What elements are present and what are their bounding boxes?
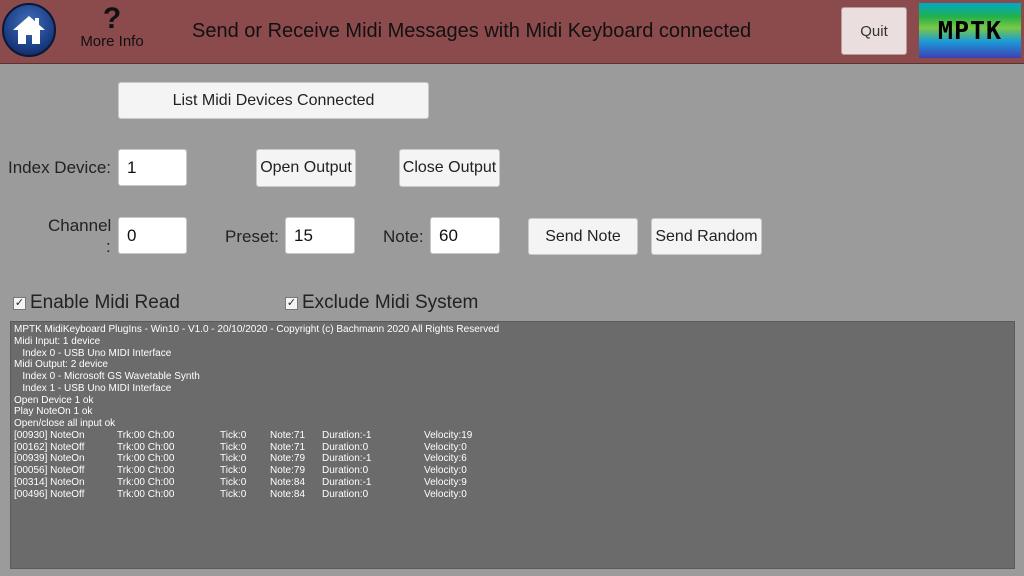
- index-device-input[interactable]: 1: [118, 149, 187, 186]
- log-line: Midi Input: 1 device: [14, 335, 101, 347]
- note-input[interactable]: 60: [430, 217, 500, 254]
- log-line: Midi Output: 2 device: [14, 359, 108, 371]
- event-id: [00314] NoteOn: [14, 476, 85, 488]
- event-duration: Duration:-1: [322, 476, 372, 488]
- event-tick: Tick:0: [220, 488, 247, 500]
- quit-button[interactable]: Quit: [841, 7, 907, 55]
- enable-midi-read-label: Enable Midi Read: [30, 292, 180, 313]
- log-line: MPTK MidiKeyboard PlugIns - Win10 - V1.0…: [14, 324, 500, 335]
- event-duration: Duration:0: [322, 441, 369, 453]
- event-track: Trk:00 Ch:00: [117, 465, 175, 476]
- checkbox-checked-icon[interactable]: ✓: [285, 296, 298, 310]
- home-button[interactable]: [2, 3, 56, 57]
- page-title: Send or Receive Midi Messages with Midi …: [192, 20, 752, 42]
- event-id: [00162] NoteOff: [14, 441, 85, 453]
- index-device-label: Index Device:: [8, 158, 111, 177]
- event-track: Trk:00 Ch:00: [117, 488, 175, 500]
- checkbox-checked-icon[interactable]: ✓: [13, 296, 26, 310]
- event-track: Trk:00 Ch:00: [117, 476, 175, 488]
- event-duration: Duration:-1: [322, 453, 372, 465]
- event-velocity: Velocity:19: [424, 429, 473, 441]
- mptk-logo: MPTK: [919, 3, 1021, 58]
- channel-input[interactable]: 0: [118, 217, 187, 254]
- midi-event-row: [00496] NoteOff Trk:00 Ch:00 Tick:0 Note…: [14, 489, 1011, 501]
- more-info-button[interactable]: ? More Info: [74, 4, 150, 50]
- event-id: [00930] NoteOn: [14, 429, 85, 441]
- log-line: Open/close all input ok: [14, 418, 116, 429]
- exclude-midi-system-toggle[interactable]: ✓ Exclude Midi System: [285, 292, 478, 314]
- event-duration: Duration:-1: [322, 429, 372, 441]
- log-line: Play NoteOn 1 ok: [14, 406, 93, 418]
- preset-input[interactable]: 15: [285, 217, 355, 254]
- midi-log-panel[interactable]: MPTK MidiKeyboard PlugIns - Win10 - V1.0…: [10, 321, 1015, 569]
- event-note: Note:84: [270, 488, 306, 500]
- midi-event-row: [00162] NoteOff Trk:00 Ch:00 Tick:0 Note…: [14, 442, 1011, 454]
- question-icon: ?: [102, 2, 122, 35]
- midi-event-row: [00930] NoteOn Trk:00 Ch:00 Tick:0 Note:…: [14, 430, 1011, 442]
- event-velocity: Velocity:9: [424, 476, 467, 488]
- event-note: Note:71: [270, 429, 306, 441]
- event-tick: Tick:0: [220, 465, 247, 476]
- event-tick: Tick:0: [220, 429, 247, 441]
- event-tick: Tick:0: [220, 441, 247, 453]
- event-duration: Duration:0: [322, 488, 369, 500]
- home-icon: [13, 16, 45, 44]
- event-velocity: Velocity:0: [424, 465, 467, 476]
- log-line: Index 1 - USB Uno MIDI Interface: [14, 382, 172, 394]
- event-velocity: Velocity:0: [424, 441, 467, 453]
- event-note: Note:79: [270, 453, 306, 465]
- event-track: Trk:00 Ch:00: [117, 453, 175, 465]
- note-label: Note:: [383, 227, 424, 246]
- log-line: Index 0 - USB Uno MIDI Interface: [14, 347, 172, 359]
- event-velocity: Velocity:6: [424, 453, 467, 465]
- list-devices-button[interactable]: List Midi Devices Connected: [118, 82, 429, 119]
- channel-label-colon: :: [106, 237, 111, 256]
- open-output-button[interactable]: Open Output: [256, 149, 356, 187]
- channel-label: Channel: [48, 216, 112, 235]
- event-note: Note:84: [270, 476, 306, 488]
- enable-midi-read-toggle[interactable]: ✓ Enable Midi Read: [13, 292, 180, 314]
- event-velocity: Velocity:0: [424, 488, 467, 500]
- event-track: Trk:00 Ch:00: [117, 429, 175, 441]
- midi-event-row: [00939] NoteOn Trk:00 Ch:00 Tick:0 Note:…: [14, 453, 1011, 465]
- log-line: Open Device 1 ok: [14, 394, 94, 406]
- midi-event-row: [00056] NoteOff Trk:00 Ch:00 Tick:0 Note…: [14, 465, 1011, 477]
- more-info-label: More Info: [80, 33, 144, 50]
- send-random-button[interactable]: Send Random: [651, 218, 762, 255]
- event-note: Note:71: [270, 441, 306, 453]
- event-tick: Tick:0: [220, 453, 247, 465]
- event-id: [00939] NoteOn: [14, 453, 85, 465]
- event-note: Note:79: [270, 465, 306, 476]
- logo-text: MPTK: [937, 16, 1003, 45]
- event-tick: Tick:0: [220, 476, 247, 488]
- event-id: [00056] NoteOff: [14, 465, 85, 476]
- event-track: Trk:00 Ch:00: [117, 441, 175, 453]
- send-note-button[interactable]: Send Note: [528, 218, 638, 255]
- event-duration: Duration:0: [322, 465, 369, 476]
- close-output-button[interactable]: Close Output: [399, 149, 500, 187]
- log-line: Index 0 - Microsoft GS Wavetable Synth: [14, 371, 200, 382]
- header-bar: ? More Info Send or Receive Midi Message…: [0, 0, 1024, 64]
- event-id: [00496] NoteOff: [14, 488, 85, 500]
- midi-event-row: [00314] NoteOn Trk:00 Ch:00 Tick:0 Note:…: [14, 477, 1011, 489]
- preset-label: Preset:: [225, 227, 279, 246]
- exclude-midi-system-label: Exclude Midi System: [302, 292, 479, 313]
